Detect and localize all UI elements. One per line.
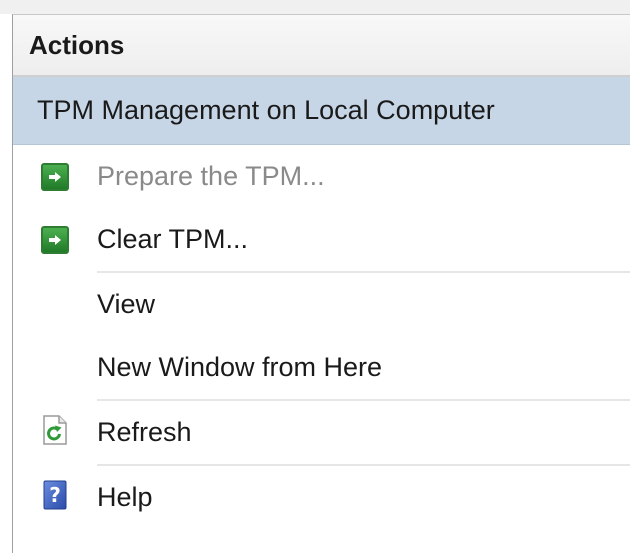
refresh-icon xyxy=(42,415,68,450)
actions-pane-title: Actions xyxy=(29,29,125,60)
section-title-label: TPM Management on Local Computer xyxy=(37,95,495,125)
action-label: Prepare the TPM... xyxy=(97,161,325,191)
actions-pane: Actions TPM Management on Local Computer… xyxy=(12,14,630,553)
action-prepare-tpm[interactable]: Prepare the TPM... xyxy=(13,145,630,208)
action-clear-tpm[interactable]: Clear TPM... xyxy=(13,208,630,271)
actions-pane-header: Actions xyxy=(13,15,630,77)
action-label: New Window from Here xyxy=(97,352,383,382)
action-view[interactable]: View xyxy=(13,273,630,336)
action-new-window[interactable]: New Window from Here xyxy=(13,336,630,399)
section-tpm-management[interactable]: TPM Management on Local Computer xyxy=(13,77,630,145)
window-top-strip xyxy=(0,0,630,14)
green-arrow-icon xyxy=(41,162,69,191)
action-label: Refresh xyxy=(97,417,192,447)
help-icon: ? xyxy=(43,480,67,515)
action-help[interactable]: ? Help xyxy=(13,466,630,529)
green-arrow-icon xyxy=(41,225,69,254)
action-label: Help xyxy=(97,482,153,512)
action-refresh[interactable]: Refresh xyxy=(13,401,630,464)
svg-text:?: ? xyxy=(49,483,61,507)
action-label: View xyxy=(97,289,156,319)
action-label: Clear TPM... xyxy=(97,224,249,254)
